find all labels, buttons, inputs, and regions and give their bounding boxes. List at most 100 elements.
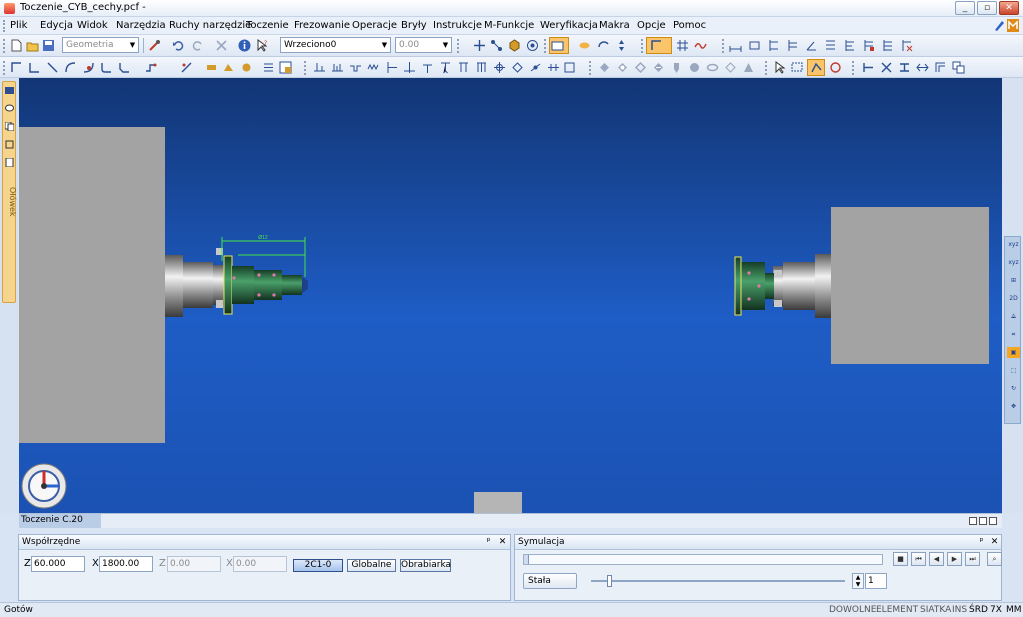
dim-angle-icon[interactable] <box>805 39 818 52</box>
rotate-icon[interactable] <box>597 39 610 52</box>
copy-icon[interactable] <box>952 61 965 74</box>
ream-icon[interactable] <box>493 61 506 74</box>
coordinate-system-button[interactable]: 2C1-0 <box>293 559 343 572</box>
menu-macros[interactable]: Makra <box>599 20 630 31</box>
shading-icon[interactable] <box>578 39 591 52</box>
mill-thread-icon[interactable] <box>724 61 737 74</box>
move-icon[interactable] <box>473 39 486 52</box>
pan-icon[interactable] <box>615 39 628 52</box>
mill-helix-icon[interactable] <box>706 61 719 74</box>
line-angle-icon[interactable] <box>46 61 59 74</box>
geometry-combo[interactable]: Geometria ▼ <box>62 37 139 53</box>
x-coordinate-input[interactable]: 1800.00 <box>99 556 153 572</box>
select-circle-icon[interactable] <box>829 61 842 74</box>
menu-tool-moves[interactable]: Ruchy narzędzie <box>169 20 251 31</box>
dim-linear-icon[interactable] <box>729 39 742 52</box>
view-section-icon[interactable]: ⌗ <box>1007 329 1020 340</box>
dim-base-icon[interactable] <box>881 39 894 52</box>
mill-drill-icon[interactable] <box>670 61 683 74</box>
view-orientation-gizmo[interactable] <box>21 463 67 509</box>
machine-icon[interactable] <box>547 61 560 74</box>
mill-chamfer-icon[interactable] <box>742 61 755 74</box>
mill-slot-icon[interactable] <box>652 61 665 74</box>
cycle-icon[interactable] <box>511 61 524 74</box>
sidebar-tab-label[interactable]: Ołówek <box>3 172 17 232</box>
rotate-axis-icon[interactable] <box>529 61 542 74</box>
tile-horizontal-icon[interactable] <box>969 517 977 525</box>
dim-parallel-icon[interactable] <box>786 39 799 52</box>
menu-milling[interactable]: Frezowanie <box>294 20 350 31</box>
menu-help[interactable]: Pomoc <box>673 20 706 31</box>
operation-list-icon[interactable] <box>279 61 292 74</box>
menu-turning[interactable]: Toczenie <box>246 20 289 31</box>
fillet-icon[interactable] <box>100 61 113 74</box>
rewind-button[interactable]: ⏮ <box>911 552 926 566</box>
mill-pocket-icon[interactable] <box>616 61 629 74</box>
tool-move-icon[interactable] <box>222 61 235 74</box>
undo-icon[interactable] <box>172 39 185 52</box>
3d-viewport[interactable]: Ø12 <box>19 78 1002 513</box>
wave-icon[interactable] <box>694 39 707 52</box>
pin-icon[interactable]: ᵖ <box>483 536 494 548</box>
list-icon[interactable] <box>262 61 275 74</box>
toolbar-grip[interactable] <box>765 61 768 75</box>
sidebar-tab-group[interactable]: Ołówek <box>2 81 17 303</box>
close-panel-button[interactable]: ✕ <box>497 536 508 548</box>
speed-slider-thumb[interactable] <box>607 575 612 587</box>
select-arrow-icon[interactable] <box>773 61 786 74</box>
tile-vertical-icon[interactable] <box>979 517 987 525</box>
toolbar-grip[interactable] <box>589 61 592 75</box>
speed-mode-dropdown[interactable]: Stała <box>523 573 577 589</box>
menu-instructions[interactable]: Instrukcje <box>433 20 482 31</box>
chevron-down-icon[interactable]: ▼ <box>380 39 389 51</box>
profile-icon[interactable] <box>144 61 157 74</box>
value-combo[interactable]: 0.00 ▼ <box>395 37 452 53</box>
minimize-button[interactable]: _ <box>955 1 975 15</box>
menu-options[interactable]: Opcje <box>637 20 666 31</box>
cascade-icon[interactable] <box>989 517 997 525</box>
speech-bubble-icon[interactable] <box>5 104 14 113</box>
join-icon[interactable] <box>916 61 929 74</box>
status-indicator-units[interactable]: MM <box>1006 605 1022 616</box>
spindle-combo[interactable]: Wrzeciono0 ▼ <box>280 37 391 53</box>
status-indicator-grid[interactable]: SIATKA <box>920 605 951 616</box>
turn-finish-icon[interactable] <box>331 61 344 74</box>
save-icon[interactable] <box>42 39 55 52</box>
part-icon[interactable] <box>508 39 521 52</box>
new-file-icon[interactable] <box>10 39 23 52</box>
stop-button[interactable]: ■ <box>893 552 908 566</box>
bore-icon[interactable] <box>475 61 488 74</box>
step-count-input[interactable]: 1 <box>865 573 887 589</box>
toolbar-grip[interactable] <box>852 61 855 75</box>
toolbar-grip[interactable] <box>641 39 644 53</box>
dim-chain-icon[interactable] <box>862 39 875 52</box>
arc-icon[interactable] <box>64 61 77 74</box>
document-icon[interactable] <box>5 158 14 167</box>
view-fit-icon[interactable]: ⊞ <box>1007 275 1020 286</box>
drill-center-icon[interactable] <box>421 61 434 74</box>
chevron-down-icon[interactable]: ▼ <box>441 39 450 51</box>
tool-change-icon[interactable] <box>205 61 218 74</box>
machine-coords-button[interactable]: Obrabiarka <box>400 559 451 572</box>
play-button[interactable]: ▶ <box>947 552 962 566</box>
menu-verification[interactable]: Weryfikacja <box>540 20 598 31</box>
menu-grip-handle[interactable] <box>3 20 6 32</box>
turn-face-icon[interactable] <box>385 61 398 74</box>
global-coords-button[interactable]: Globalne <box>347 559 396 572</box>
pages-icon[interactable] <box>5 122 14 131</box>
extend-icon[interactable] <box>862 61 875 74</box>
toolbar-grip[interactable] <box>457 39 460 53</box>
menu-solids[interactable]: Bryły <box>401 20 427 31</box>
dim-delete-icon[interactable] <box>900 39 913 52</box>
simulation-progress-thumb[interactable] <box>524 555 529 564</box>
toolbar-grip[interactable] <box>3 61 6 75</box>
maximize-button[interactable]: ▫ <box>977 1 997 15</box>
arc-tangent-icon[interactable] <box>82 61 95 74</box>
view-wire-icon[interactable]: ⬚ <box>1007 365 1020 376</box>
turn-groove-icon[interactable] <box>349 61 362 74</box>
toolbar-grip[interactable] <box>3 39 6 53</box>
dim-horizontal-icon[interactable] <box>748 39 761 52</box>
fast-forward-button[interactable]: ⏭ <box>965 552 980 566</box>
object-icon[interactable] <box>5 140 14 149</box>
dim-vertical-icon[interactable] <box>767 39 780 52</box>
